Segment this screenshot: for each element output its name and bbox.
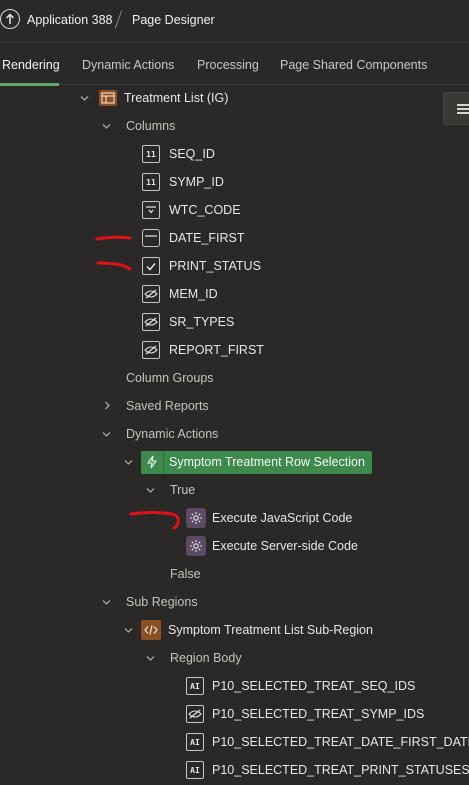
column-label: SYMP_ID bbox=[169, 175, 224, 189]
active-tab-indicator bbox=[0, 83, 59, 86]
tree-node-region-body[interactable]: Region Body bbox=[170, 648, 242, 668]
tree-node-item[interactable]: P10_SELECTED_TREAT_SYMP_IDS bbox=[186, 704, 424, 724]
tree-node-column[interactable]: 11 SYMP_ID bbox=[142, 172, 224, 192]
item-label: P10_SELECTED_TREAT_DATE_FIRST_DATES bbox=[212, 735, 469, 749]
text-field-icon: AI bbox=[186, 761, 204, 779]
hidden-icon bbox=[186, 705, 204, 723]
interactive-grid-icon bbox=[99, 90, 117, 106]
column-label: SR_TYPES bbox=[169, 315, 235, 329]
dynamic-action-label: Symptom Treatment Row Selection bbox=[169, 455, 365, 469]
tab-processing[interactable]: Processing bbox=[197, 58, 259, 72]
lightning-bolt-icon bbox=[141, 450, 164, 474]
tree-node-column[interactable]: WTC_CODE bbox=[142, 200, 241, 220]
checkbox-icon bbox=[142, 257, 160, 275]
true-branch-label: True bbox=[170, 483, 196, 497]
tree-node-false[interactable]: False bbox=[170, 564, 201, 584]
chevron-down-icon[interactable] bbox=[102, 430, 111, 438]
chevron-down-icon[interactable] bbox=[124, 626, 133, 634]
chevron-down-icon[interactable] bbox=[124, 458, 133, 466]
tree-node-action[interactable]: Execute Server-side Code bbox=[186, 535, 358, 557]
item-label: P10_SELECTED_TREAT_SYMP_IDS bbox=[212, 707, 425, 721]
tab-dynamic-actions[interactable]: Dynamic Actions bbox=[82, 58, 174, 72]
tree-node-column[interactable]: SR_TYPES bbox=[142, 312, 234, 332]
item-label: P10_SELECTED_TREAT_PRINT_STATUSES bbox=[212, 763, 469, 777]
false-branch-label: False bbox=[170, 567, 201, 581]
tree-node-column-groups[interactable]: Column Groups bbox=[126, 368, 214, 388]
tree-node-region[interactable]: Treatment List (IG) bbox=[99, 88, 228, 108]
tree-node-column[interactable]: DATE_FIRST bbox=[142, 228, 244, 248]
column-label: REPORT_FIRST bbox=[169, 343, 264, 357]
chevron-down-icon[interactable] bbox=[80, 94, 89, 102]
text-field-icon: AI bbox=[186, 733, 204, 751]
column-groups-label: Column Groups bbox=[126, 371, 214, 385]
tree-node-column[interactable]: PRINT_STATUS bbox=[142, 256, 261, 276]
gear-icon bbox=[186, 508, 206, 528]
columns-label: Columns bbox=[126, 119, 176, 133]
chevron-down-icon[interactable] bbox=[102, 598, 111, 606]
tree-node-column[interactable]: REPORT_FIRST bbox=[142, 340, 264, 360]
hidden-icon bbox=[142, 313, 160, 331]
region-body-label: Region Body bbox=[170, 651, 242, 665]
column-label: PRINT_STATUS bbox=[169, 259, 261, 273]
hidden-icon bbox=[142, 341, 160, 359]
tab-page-shared-components[interactable]: Page Shared Components bbox=[280, 58, 427, 72]
tree-node-sub-region[interactable]: Symptom Treatment List Sub-Region bbox=[141, 619, 373, 641]
tree-node-column[interactable]: 11 SEQ_ID bbox=[142, 144, 215, 164]
dynamic-action-selected[interactable]: Symptom Treatment Row Selection bbox=[141, 450, 372, 474]
tree-node-saved-reports[interactable]: Saved Reports bbox=[126, 396, 209, 416]
column-label: WTC_CODE bbox=[169, 203, 241, 217]
top-bar: Application 388 Page Designer bbox=[0, 0, 469, 42]
breadcrumb-page-designer: Page Designer bbox=[132, 13, 215, 27]
number-field-icon: 11 bbox=[142, 145, 160, 163]
text-field-icon: AI bbox=[186, 677, 204, 695]
code-icon bbox=[141, 620, 161, 640]
sub-regions-label: Sub Regions bbox=[126, 595, 198, 609]
gear-icon bbox=[186, 536, 206, 556]
saved-reports-label: Saved Reports bbox=[126, 399, 209, 413]
tree-node-true[interactable]: True bbox=[170, 480, 195, 500]
red-annotation-mark bbox=[96, 261, 132, 271]
chevron-down-icon[interactable] bbox=[146, 654, 155, 662]
breadcrumb-separator bbox=[114, 10, 123, 29]
chevron-down-icon[interactable] bbox=[146, 486, 155, 494]
up-arrow-icon[interactable] bbox=[0, 9, 20, 29]
select-list-icon bbox=[142, 201, 160, 219]
sub-region-label: Symptom Treatment List Sub-Region bbox=[168, 623, 373, 637]
action-label: Execute Server-side Code bbox=[212, 539, 358, 553]
number-field-icon: 11 bbox=[142, 173, 160, 191]
tree-node-action[interactable]: Execute JavaScript Code bbox=[186, 507, 352, 529]
dynamic-actions-label: Dynamic Actions bbox=[126, 427, 219, 441]
chevron-right-icon[interactable] bbox=[103, 401, 111, 410]
action-label: Execute JavaScript Code bbox=[212, 511, 353, 525]
column-label: MEM_ID bbox=[169, 287, 218, 301]
column-label: DATE_FIRST bbox=[169, 231, 245, 245]
tree-node-dynamic-action[interactable]: Symptom Treatment Row Selection bbox=[141, 450, 372, 474]
tree-node-dynamic-actions[interactable]: Dynamic Actions bbox=[126, 424, 218, 444]
menu-icon[interactable] bbox=[443, 92, 469, 125]
tree-node-columns[interactable]: Columns bbox=[126, 116, 175, 136]
tree-node-sub-regions[interactable]: Sub Regions bbox=[126, 592, 198, 612]
item-label: P10_SELECTED_TREAT_SEQ_IDS bbox=[212, 679, 416, 693]
tab-bar: Rendering Dynamic Actions Processing Pag… bbox=[0, 42, 469, 86]
tab-rendering[interactable]: Rendering bbox=[2, 58, 60, 72]
breadcrumb-application[interactable]: Application 388 bbox=[27, 13, 112, 27]
tree-node-column[interactable]: MEM_ID bbox=[142, 284, 218, 304]
calendar-icon bbox=[142, 229, 160, 247]
tree-node-item[interactable]: AI P10_SELECTED_TREAT_DATE_FIRST_DATES bbox=[186, 732, 469, 752]
red-arrow-annotation bbox=[129, 511, 180, 530]
tree-node-item[interactable]: AI P10_SELECTED_TREAT_PRINT_STATUSES bbox=[186, 760, 469, 780]
hidden-icon bbox=[142, 285, 160, 303]
red-annotation-mark bbox=[95, 235, 132, 241]
chevron-down-icon[interactable] bbox=[102, 122, 111, 130]
column-label: SEQ_ID bbox=[169, 147, 215, 161]
region-label: Treatment List (IG) bbox=[124, 91, 229, 105]
tree-node-item[interactable]: AI P10_SELECTED_TREAT_SEQ_IDS bbox=[186, 676, 415, 696]
